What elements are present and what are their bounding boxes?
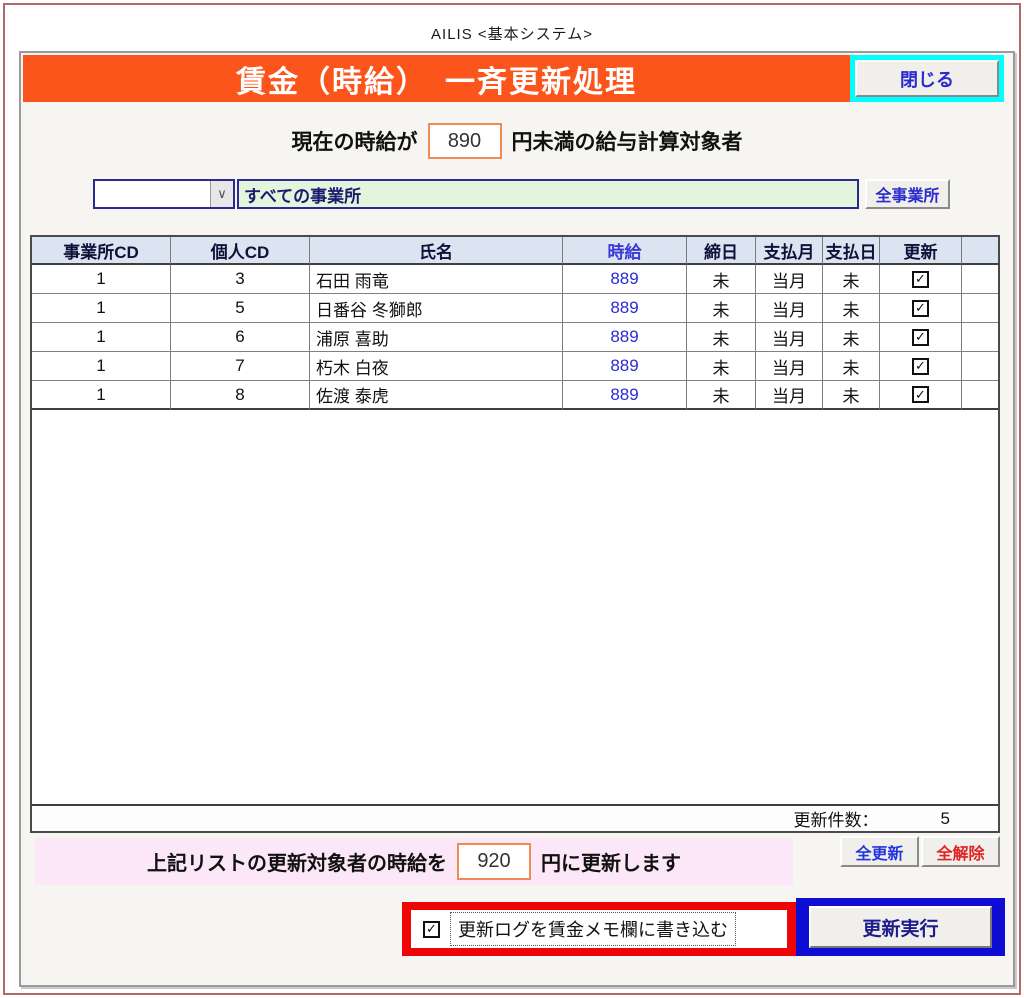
cell-closing: 未	[687, 352, 756, 381]
cell-name: 浦原 喜助	[310, 323, 563, 352]
execute-button[interactable]: 更新実行	[809, 906, 992, 948]
window-frame: AILIS <基本システム> 賃金（時給） 一斉更新処理 閉じる 現在の時給が …	[3, 3, 1021, 995]
target-list-panel: 事業所CD 個人CD 氏名 時給 締日 支払月 支払日 更新 1 3 石田 雨竜…	[30, 235, 1000, 833]
threshold-sentence: 現在の時給が 円未満の給与計算対象者	[21, 115, 1013, 167]
cell-blank	[962, 294, 998, 323]
cell-closing: 未	[687, 323, 756, 352]
new-wage-sentence: 上記リストの更新対象者の時給を 円に更新します	[35, 838, 793, 885]
close-button[interactable]: 閉じる	[855, 60, 999, 97]
log-option-highlight: ✓ 更新ログを賃金メモ欄に書き込む	[402, 902, 796, 956]
cell-wage: 889	[563, 294, 687, 323]
cell-pay-day: 未	[823, 265, 880, 294]
cell-update: ✓	[880, 352, 962, 381]
threshold-suffix-label: 円未満の給与計算対象者	[512, 126, 743, 156]
bulk-select-buttons: 全更新 全解除	[840, 836, 1000, 867]
cell-office-cd: 1	[32, 323, 171, 352]
cell-wage: 889	[563, 265, 687, 294]
cell-name: 佐渡 泰虎	[310, 381, 563, 410]
cell-blank	[962, 352, 998, 381]
cell-office-cd: 1	[32, 294, 171, 323]
update-count-label: 更新件数：	[794, 806, 879, 831]
column-header-update: 更新	[880, 237, 962, 265]
cell-name: 朽木 白夜	[310, 352, 563, 381]
cell-update: ✓	[880, 323, 962, 352]
select-all-button[interactable]: 全更新	[840, 836, 919, 867]
cell-office-cd: 1	[32, 265, 171, 294]
cell-office-cd: 1	[32, 381, 171, 410]
cell-pay-day: 未	[823, 323, 880, 352]
update-count-value: 5	[941, 809, 950, 829]
cell-wage: 889	[563, 352, 687, 381]
new-wage-suffix-label: 円に更新します	[541, 847, 681, 876]
column-header-pay-month: 支払月	[756, 237, 823, 265]
new-wage-input[interactable]	[457, 843, 531, 880]
cell-wage: 889	[563, 381, 687, 410]
cell-closing: 未	[687, 381, 756, 410]
all-offices-button[interactable]: 全事業所	[865, 179, 950, 209]
cell-wage: 889	[563, 323, 687, 352]
office-code-combobox[interactable]: ∨	[93, 179, 235, 209]
cell-update: ✓	[880, 265, 962, 294]
cell-update: ✓	[880, 381, 962, 410]
update-checkbox[interactable]: ✓	[912, 300, 929, 317]
log-checkbox[interactable]: ✓	[423, 921, 440, 938]
main-panel: 賃金（時給） 一斉更新処理 閉じる 現在の時給が 円未満の給与計算対象者 ∨ す…	[19, 51, 1015, 987]
cell-blank	[962, 381, 998, 410]
cell-name: 日番谷 冬獅郎	[310, 294, 563, 323]
column-header-blank	[962, 237, 998, 265]
threshold-prefix-label: 現在の時給が	[292, 126, 418, 156]
update-checkbox[interactable]: ✓	[912, 271, 929, 288]
cell-personal-cd: 7	[171, 352, 310, 381]
cell-personal-cd: 3	[171, 265, 310, 294]
update-checkbox[interactable]: ✓	[912, 358, 929, 375]
page-title: 賃金（時給） 一斉更新処理	[23, 55, 850, 102]
column-header-closing: 締日	[687, 237, 756, 265]
update-checkbox[interactable]: ✓	[912, 386, 929, 403]
cell-office-cd: 1	[32, 352, 171, 381]
cell-closing: 未	[687, 265, 756, 294]
column-header-wage: 時給	[563, 237, 687, 265]
cell-pay-month: 当月	[756, 352, 823, 381]
cell-closing: 未	[687, 294, 756, 323]
office-selector-row: ∨ すべての事業所 全事業所	[93, 179, 950, 209]
cell-personal-cd: 6	[171, 323, 310, 352]
column-header-office-cd: 事業所CD	[32, 237, 171, 265]
update-count-bar: 更新件数： 5	[32, 804, 998, 831]
cell-blank	[962, 265, 998, 294]
clear-all-button[interactable]: 全解除	[921, 836, 1000, 867]
close-button-highlight: 閉じる	[850, 55, 1004, 102]
cell-pay-month: 当月	[756, 294, 823, 323]
column-header-pay-day: 支払日	[823, 237, 880, 265]
new-wage-prefix-label: 上記リストの更新対象者の時給を	[147, 847, 447, 876]
office-name-field: すべての事業所	[237, 179, 859, 209]
cell-pay-month: 当月	[756, 381, 823, 410]
window-title: AILIS <基本システム>	[5, 23, 1019, 44]
column-header-name: 氏名	[310, 237, 563, 265]
cell-pay-month: 当月	[756, 265, 823, 294]
execute-button-highlight: 更新実行	[796, 898, 1005, 956]
cell-pay-day: 未	[823, 352, 880, 381]
cell-blank	[962, 323, 998, 352]
target-table: 事業所CD 個人CD 氏名 時給 締日 支払月 支払日 更新 1 3 石田 雨竜…	[32, 237, 998, 410]
log-checkbox-label[interactable]: 更新ログを賃金メモ欄に書き込む	[450, 912, 736, 946]
cell-name: 石田 雨竜	[310, 265, 563, 294]
cell-pay-day: 未	[823, 381, 880, 410]
log-option-group: ✓ 更新ログを賃金メモ欄に書き込む	[411, 910, 787, 948]
cell-personal-cd: 8	[171, 381, 310, 410]
update-checkbox[interactable]: ✓	[912, 329, 929, 346]
cell-pay-month: 当月	[756, 323, 823, 352]
chevron-down-icon[interactable]: ∨	[210, 181, 233, 207]
threshold-input[interactable]	[428, 123, 502, 159]
cell-personal-cd: 5	[171, 294, 310, 323]
column-header-personal-cd: 個人CD	[171, 237, 310, 265]
cell-pay-day: 未	[823, 294, 880, 323]
cell-update: ✓	[880, 294, 962, 323]
